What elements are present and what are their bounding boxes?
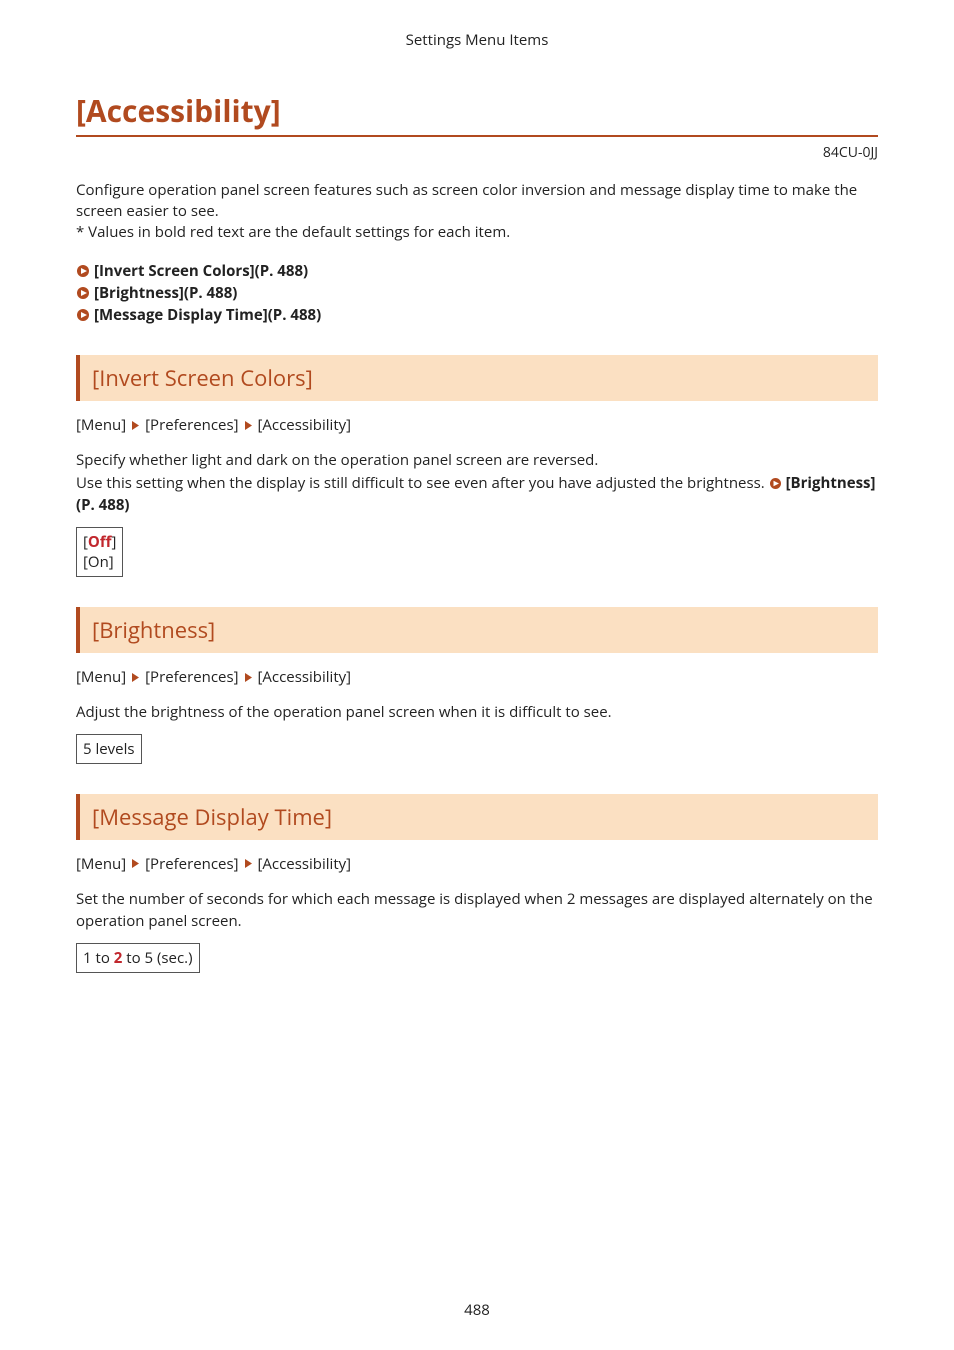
toc-link-label: [Brightness](P. 488) (94, 283, 237, 303)
default-value: Off (88, 532, 112, 552)
breadcrumb: [Menu] [Preferences] [Accessibility] (76, 854, 878, 874)
chevron-right-icon (244, 858, 253, 869)
play-bullet-icon (76, 286, 90, 300)
breadcrumb-step-preferences: [Preferences] (145, 667, 238, 687)
intro-line-2: * Values in bold red text are the defaul… (76, 222, 510, 242)
toc-link-brightness[interactable]: [Brightness](P. 488) (76, 283, 878, 303)
section-heading-message-display-time: [Message Display Time] (76, 794, 878, 840)
breadcrumb-step-accessibility: [Accessibility] (258, 415, 352, 435)
option-off: [Off] (83, 532, 116, 552)
breadcrumb-step-preferences: [Preferences] (145, 854, 238, 874)
option-on: [On] (83, 552, 116, 572)
chevron-right-icon (131, 672, 140, 683)
header-title: Settings Menu Items (76, 30, 878, 50)
section-heading-invert-screen-colors: [Invert Screen Colors] (76, 355, 878, 401)
section-description: Set the number of seconds for which each… (76, 888, 878, 933)
chevron-right-icon (244, 420, 253, 431)
page-number: 488 (0, 1300, 954, 1320)
page-title: [Accessibility] (76, 90, 878, 137)
toc-link-label: [Message Display Time](P. 488) (94, 305, 321, 325)
breadcrumb: [Menu] [Preferences] [Accessibility] (76, 667, 878, 687)
section-heading-brightness: [Brightness] (76, 607, 878, 653)
section-description: Specify whether light and dark on the op… (76, 449, 878, 517)
breadcrumb-step-menu: [Menu] (76, 667, 126, 687)
play-bullet-icon (76, 308, 90, 322)
options-box-message-time: 1 to 2 to 5 (sec.) (76, 943, 200, 973)
desc-line-2a: Use this setting when the display is sti… (76, 473, 769, 493)
chevron-right-icon (131, 420, 140, 431)
document-code: 84CU-0JJ (76, 143, 878, 162)
table-of-contents: [Invert Screen Colors](P. 488) [Brightne… (76, 261, 878, 325)
chevron-right-icon (131, 858, 140, 869)
intro-line-1: Configure operation panel screen feature… (76, 180, 857, 221)
breadcrumb-step-accessibility: [Accessibility] (258, 667, 352, 687)
options-box-brightness: 5 levels (76, 734, 142, 764)
breadcrumb-step-accessibility: [Accessibility] (258, 854, 352, 874)
intro-text: Configure operation panel screen feature… (76, 180, 878, 243)
toc-link-message-display-time[interactable]: [Message Display Time](P. 488) (76, 305, 878, 325)
breadcrumb: [Menu] [Preferences] [Accessibility] (76, 415, 878, 435)
desc-line-1: Specify whether light and dark on the op… (76, 450, 598, 470)
breadcrumb-step-preferences: [Preferences] (145, 415, 238, 435)
breadcrumb-step-menu: [Menu] (76, 854, 126, 874)
chevron-right-icon (244, 672, 253, 683)
options-box-invert: [Off] [On] (76, 527, 123, 578)
section-description: Adjust the brightness of the operation p… (76, 701, 878, 724)
play-bullet-icon (76, 264, 90, 278)
breadcrumb-step-menu: [Menu] (76, 415, 126, 435)
play-bullet-icon (769, 477, 782, 490)
toc-link-label: [Invert Screen Colors](P. 488) (94, 261, 308, 281)
toc-link-invert-screen-colors[interactable]: [Invert Screen Colors](P. 488) (76, 261, 878, 281)
